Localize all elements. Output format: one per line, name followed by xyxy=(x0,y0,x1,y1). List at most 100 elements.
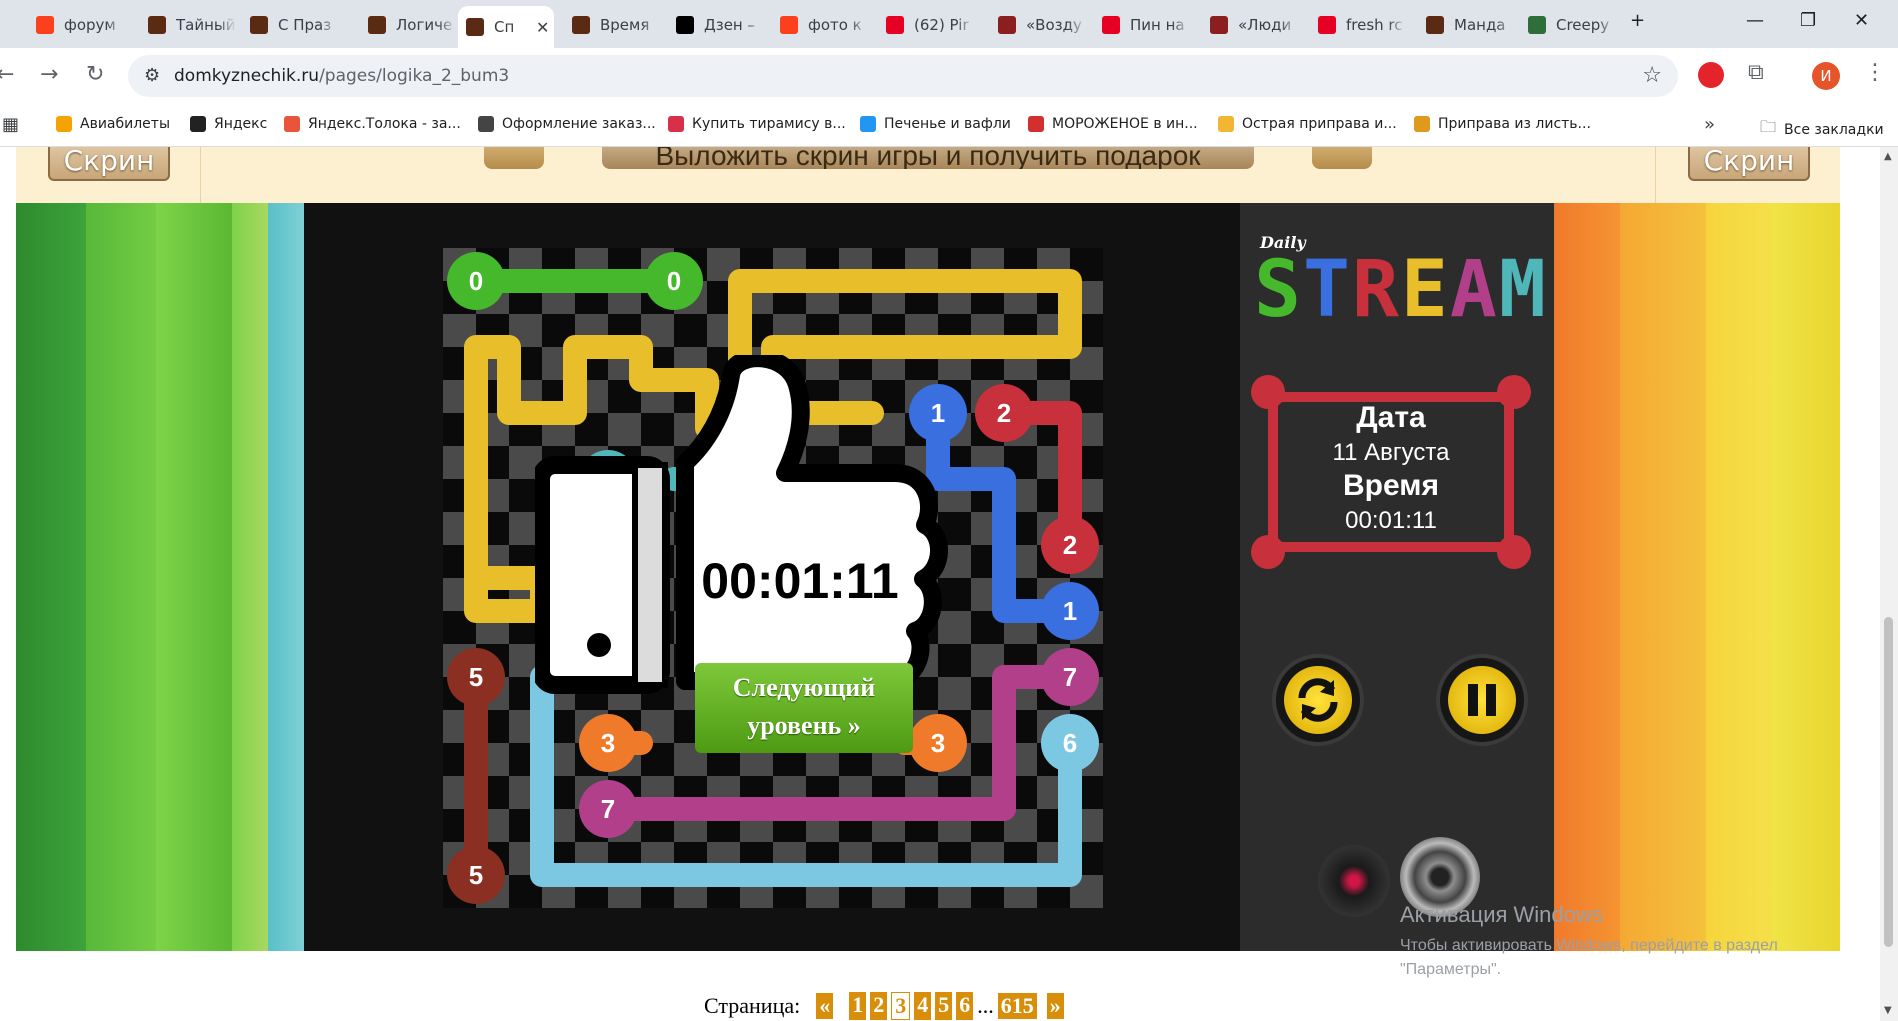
pagination-last-page[interactable]: 615 xyxy=(997,993,1037,1019)
next-level-button[interactable]: Следующий уровень » xyxy=(695,663,913,753)
tab[interactable]: Тайный xyxy=(140,8,240,42)
tab[interactable]: С Праз xyxy=(242,8,342,42)
bookmark-item[interactable]: Яндекс xyxy=(190,116,267,132)
extensions-puzzle-icon[interactable]: ⧉ xyxy=(1748,60,1764,85)
tab[interactable]: Пин на xyxy=(1094,8,1194,42)
bookmark-item[interactable]: Купить тирамису в... xyxy=(668,116,846,132)
profile-avatar[interactable]: И xyxy=(1812,62,1840,90)
bookmark-favicon-icon xyxy=(860,116,876,132)
restart-button[interactable] xyxy=(1272,654,1364,746)
scroll-down-arrow[interactable]: ▼ xyxy=(1884,1005,1892,1016)
tab-title: Пин на xyxy=(1130,16,1185,34)
pause-button[interactable] xyxy=(1436,654,1528,746)
site-icon xyxy=(148,16,166,34)
tab[interactable]: Время xyxy=(564,8,664,42)
board-node-number: 5 xyxy=(469,860,483,890)
bookmarks-overflow-button[interactable]: » xyxy=(1704,114,1715,135)
tab[interactable]: фото к xyxy=(772,8,872,42)
new-tab-button[interactable]: + xyxy=(1630,10,1645,31)
date-label: Дата xyxy=(1356,401,1426,434)
restart-icon xyxy=(1284,666,1352,734)
record-button[interactable] xyxy=(1318,845,1390,917)
tab[interactable]: «Люди xyxy=(1202,8,1302,42)
bookmark-item[interactable]: Яндекс.Толока - за... xyxy=(284,116,461,132)
site-icon xyxy=(368,16,386,34)
back-icon[interactable]: ← xyxy=(0,62,14,87)
forward-icon[interactable]: → xyxy=(40,62,58,87)
bookmark-favicon-icon xyxy=(1218,116,1234,132)
pagination-page[interactable]: 5 xyxy=(935,992,953,1020)
screenshot-button-right[interactable]: Скрин xyxy=(1688,147,1810,181)
maximize-button[interactable]: ❐ xyxy=(1800,10,1816,31)
windows-activation-line2: "Параметры". xyxy=(1400,961,1502,978)
scroll-up-arrow[interactable]: ▲ xyxy=(1884,151,1892,162)
bookmark-label: МОРОЖЕНОЕ в ин... xyxy=(1052,116,1198,132)
pagination-page[interactable]: 3 xyxy=(891,992,911,1020)
bookmark-item[interactable]: Авиабилеты xyxy=(56,116,170,132)
all-bookmarks-button[interactable]: 🗀 Все закладки xyxy=(1760,116,1884,143)
windows-activation-line1: Чтобы активировать Windows, перейдите в … xyxy=(1400,937,1778,954)
bookmark-favicon-icon xyxy=(1028,116,1044,132)
pagination-page[interactable]: 4 xyxy=(914,992,932,1020)
tab[interactable]: Creepy xyxy=(1520,8,1620,42)
reload-icon[interactable]: ↻ xyxy=(86,62,104,87)
bookmark-item[interactable]: Печенье и вафли xyxy=(860,116,1011,132)
url-text[interactable]: domkyznechik.ru/pages/logika_2_bum3 xyxy=(174,66,509,86)
bookmark-favicon-icon xyxy=(56,116,72,132)
scrollbar-thumb[interactable] xyxy=(1884,617,1893,947)
apps-grid-icon[interactable]: ▦ xyxy=(2,114,19,135)
overlay-timer: 00:01:11 xyxy=(701,553,899,609)
site-info-icon[interactable]: ⚙ xyxy=(144,65,160,86)
screenshot-button-left[interactable]: Скрин xyxy=(48,147,170,181)
pagination-prev[interactable]: « xyxy=(816,993,834,1019)
board-node-number: 0 xyxy=(469,266,483,296)
extension-shield-icon[interactable] xyxy=(1698,62,1724,88)
board-node-number: 7 xyxy=(1063,662,1077,692)
logo-letter: R xyxy=(1351,245,1401,335)
bookmark-item[interactable]: Оформление заказ... xyxy=(478,116,656,132)
minimize-button[interactable]: — xyxy=(1746,10,1764,31)
all-bookmarks-label: Все закладки xyxy=(1784,121,1884,138)
pagination-page[interactable]: 6 xyxy=(956,992,974,1020)
pagination-page[interactable]: 2 xyxy=(870,992,888,1020)
tab[interactable]: Дзен – xyxy=(668,8,768,42)
tab[interactable]: fresh rc xyxy=(1310,8,1410,42)
tab[interactable]: (62) Pir xyxy=(878,8,978,42)
bookmark-item[interactable]: Острая приправа и... xyxy=(1218,116,1397,132)
bookmark-label: Яндекс xyxy=(214,116,268,132)
browser-toolbar: ← → ↻ ⚙ domkyznechik.ru/pages/logika_2_b… xyxy=(0,48,1898,104)
yandex-icon xyxy=(36,16,54,34)
board-node-number: 7 xyxy=(601,794,615,824)
pagination: Страница: « 123456 ... 615 » xyxy=(704,992,1064,1020)
board-node-number: 1 xyxy=(1063,596,1077,626)
board-node-number: 0 xyxy=(667,266,681,296)
address-bar[interactable]: ⚙ domkyznechik.ru/pages/logika_2_bum3 ☆ xyxy=(128,55,1678,97)
tab[interactable]: форум xyxy=(28,8,128,42)
close-tab-icon[interactable]: ✕ xyxy=(536,18,549,37)
bookmark-item[interactable]: Приправа из листь... xyxy=(1414,116,1591,132)
pagination-next[interactable]: » xyxy=(1046,993,1064,1019)
tab[interactable]: Логиче xyxy=(360,8,460,42)
url-host: domkyznechik.ru xyxy=(174,66,320,86)
close-window-button[interactable]: ✕ xyxy=(1854,10,1869,31)
info-box-corner xyxy=(1251,535,1285,569)
bookmark-favicon-icon xyxy=(190,116,206,132)
board-node-number: 2 xyxy=(1063,530,1077,560)
tab[interactable]: Сп ✕ xyxy=(458,6,554,48)
pagination-label: Страница: xyxy=(704,993,801,1018)
bookmark-star-icon[interactable]: ☆ xyxy=(1642,63,1662,88)
right-stripe xyxy=(1554,203,1620,951)
bookmark-label: Яндекс.Толока - за... xyxy=(308,116,461,132)
tab[interactable]: «Возду xyxy=(990,8,1090,42)
menu-kebab-icon[interactable]: ⋮ xyxy=(1864,60,1886,85)
url-path: /pages/logika_2_bum3 xyxy=(319,66,510,86)
board-node-number: 6 xyxy=(1063,728,1077,758)
vertical-scrollbar[interactable]: ▲ ▼ xyxy=(1880,147,1898,1021)
next-level-line1: Следующий xyxy=(732,673,876,702)
tab[interactable]: Манда xyxy=(1418,8,1518,42)
upload-screenshot-banner-button[interactable]: Выложить скрин игры и получить подарок xyxy=(602,147,1254,169)
bookmark-item[interactable]: МОРОЖЕНОЕ в ин... xyxy=(1028,116,1198,132)
right-stripe xyxy=(1706,203,1772,951)
site-icon xyxy=(998,16,1016,34)
pagination-page[interactable]: 1 xyxy=(849,992,867,1020)
